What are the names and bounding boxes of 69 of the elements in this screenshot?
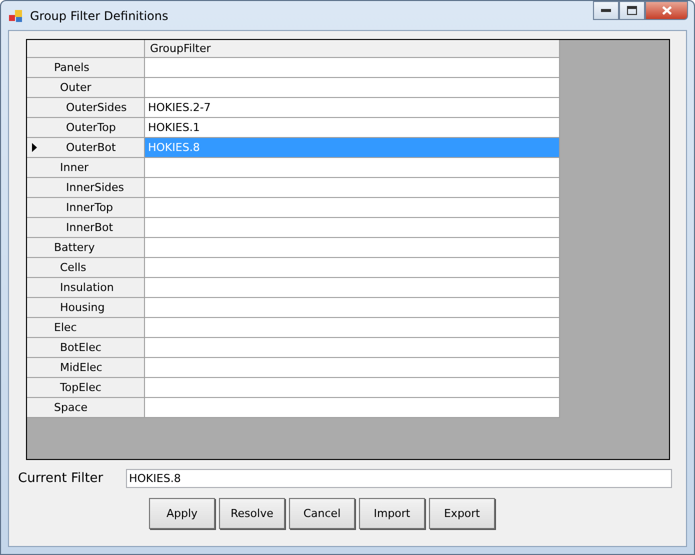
row-label: Insulation [60, 281, 114, 294]
grid-cell[interactable] [145, 378, 560, 398]
row-header[interactable]: InnerSides [27, 178, 145, 198]
grid-cell[interactable] [145, 198, 560, 218]
row-label: OuterTop [66, 121, 116, 134]
row-header[interactable]: Insulation [27, 278, 145, 298]
row-label: TopElec [60, 381, 102, 394]
row-header[interactable]: InnerBot [27, 218, 145, 238]
grid-cell[interactable] [145, 218, 560, 238]
current-filter-field[interactable]: HOKIES.8 [126, 469, 672, 488]
maximize-button[interactable] [619, 1, 645, 20]
column-header[interactable]: GroupFilter [145, 40, 560, 58]
row-header[interactable]: OuterSides [27, 98, 145, 118]
row-label: InnerBot [66, 221, 114, 234]
row-label: OuterSides [66, 101, 127, 114]
row-label: Battery [54, 241, 95, 254]
grid-cell[interactable] [145, 358, 560, 378]
row-header[interactable]: OuterTop [27, 118, 145, 138]
grid-cell[interactable] [145, 278, 560, 298]
grid-cell[interactable] [145, 58, 560, 78]
dialog-button[interactable]: Resolve [219, 498, 285, 529]
row-header[interactable]: Cells [27, 258, 145, 278]
row-header[interactable]: InnerTop [27, 198, 145, 218]
minimize-button[interactable] [593, 1, 619, 20]
row-label: OuterBot [66, 141, 116, 154]
row-label: MidElec [60, 361, 102, 374]
grid-cell[interactable] [145, 298, 560, 318]
row-label: InnerSides [66, 181, 124, 194]
row-label: BotElec [60, 341, 102, 354]
row-header[interactable]: BotElec [27, 338, 145, 358]
row-label: Housing [60, 301, 105, 314]
minimize-icon [601, 8, 611, 12]
grid-cell[interactable] [145, 258, 560, 278]
row-label: Space [54, 401, 88, 414]
row-header[interactable]: TopElec [27, 378, 145, 398]
row-header[interactable]: Panels [27, 58, 145, 78]
row-header[interactable]: Space [27, 398, 145, 418]
dialog-button[interactable]: Export [429, 498, 495, 529]
grid-cell[interactable] [145, 158, 560, 178]
row-label: InnerTop [66, 201, 114, 214]
dialog-button[interactable]: Import [359, 498, 425, 529]
row-header[interactable]: Inner [27, 158, 145, 178]
row-label: Outer [60, 81, 92, 94]
row-header[interactable]: Battery [27, 238, 145, 258]
dialog-button[interactable]: Apply [149, 498, 215, 529]
grid-cell[interactable]: HOKIES.2-7 [145, 98, 560, 118]
maximize-icon [627, 6, 637, 15]
app-icon [9, 8, 23, 22]
row-header[interactable]: Elec [27, 318, 145, 338]
row-label: Cells [60, 261, 86, 274]
current-filter-label: Current Filter [18, 471, 104, 486]
grid-cell[interactable] [145, 318, 560, 338]
row-header[interactable]: Outer [27, 78, 145, 98]
row-label: Panels [54, 61, 90, 74]
grid-cell[interactable]: HOKIES.1 [145, 118, 560, 138]
row-header[interactable]: Housing [27, 298, 145, 318]
grid-cell[interactable] [145, 238, 560, 258]
window-title: Group Filter Definitions [30, 8, 170, 22]
dialog-button[interactable]: Cancel [289, 498, 355, 529]
row-header[interactable]: MidElec [27, 358, 145, 378]
close-icon [662, 6, 672, 15]
row-header[interactable]: OuterBot [27, 138, 145, 158]
grid-cell[interactable] [145, 338, 560, 358]
grid-cell[interactable] [145, 78, 560, 98]
row-label: Elec [54, 321, 77, 334]
grid-cell[interactable] [145, 178, 560, 198]
grid-cell[interactable] [145, 398, 560, 418]
close-button[interactable] [645, 1, 688, 20]
row-label: Inner [60, 161, 88, 174]
